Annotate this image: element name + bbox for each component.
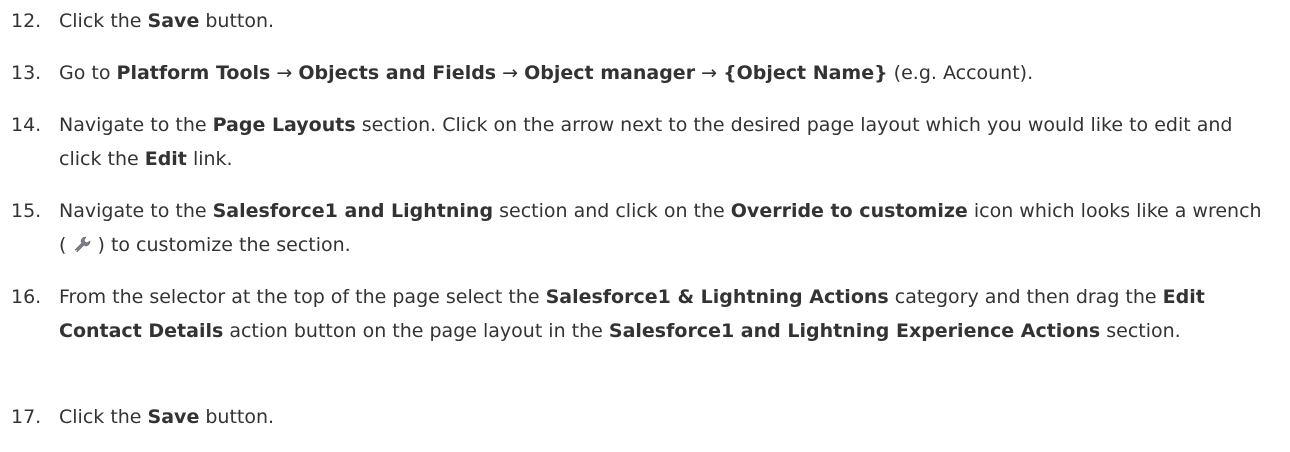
salesforce1-and-lightning-reference: Salesforce1 and Lightning [212,200,494,222]
step-text: Navigate to the Page Layouts section. Cl… [59,108,1274,176]
step-text: Click the Save button. [59,4,1274,38]
step-number: 14. [11,114,42,136]
step-text: Go to Platform Tools → Objects and Field… [59,56,1274,90]
step-text-segment: section and click on the [493,200,731,222]
step-text: Click the Save button. [59,400,1274,434]
step-13: 13. Go to Platform Tools → Objects and F… [0,56,1280,90]
step-text-segment: Navigate to the [59,200,213,222]
step-number: 12. [11,10,42,32]
arrow-separator: → [695,62,724,84]
platform-tools-reference: Platform Tools [116,62,271,84]
step-text-segment: Click the [59,10,148,32]
edit-link-reference: Edit [144,148,187,170]
step-number: 17. [11,406,42,428]
step-text-segment: section. [1100,320,1181,342]
step-text-segment: action button on the page layout in the [223,320,609,342]
object-manager-reference: Object manager [524,62,696,84]
save-button-reference: Save [147,10,200,32]
arrow-separator: → [496,62,525,84]
step-12: 12. Click the Save button. [0,4,1280,38]
step-text-segment: Navigate to the [59,114,213,136]
step-text: Navigate to the Salesforce1 and Lightnin… [59,194,1274,262]
salesforce1-lightning-experience-actions-reference: Salesforce1 and Lightning Experience Act… [608,320,1101,342]
wrench-icon [72,231,91,253]
step-number: 15. [11,200,42,222]
step-17: 17. Click the Save button. [0,400,1280,434]
step-number: 13. [11,62,42,84]
object-name-reference: {Object Name} [723,62,888,84]
step-text-segment: button. [199,406,275,428]
override-to-customize-reference: Override to customize [730,200,968,222]
step-text: From the selector at the top of the page… [59,280,1274,348]
step-14: 14. Navigate to the Page Layouts section… [0,108,1280,176]
salesforce1-lightning-actions-reference: Salesforce1 & Lightning Actions [545,286,889,308]
step-text-segment: Click the [59,406,148,428]
arrow-separator: → [270,62,299,84]
objects-and-fields-reference: Objects and Fields [298,62,497,84]
step-text-segment: Go to [59,62,117,84]
step-text-segment: link. [186,148,233,170]
page-layouts-reference: Page Layouts [212,114,356,136]
step-text-segment: (e.g. Account). [887,62,1034,84]
step-text-segment: From the selector at the top of the page… [59,286,546,308]
step-16: 16. From the selector at the top of the … [0,280,1280,348]
step-15: 15. Navigate to the Salesforce1 and Ligh… [0,194,1280,262]
step-text-segment: button. [199,10,275,32]
save-button-reference: Save [147,406,200,428]
step-text-segment: ) to customize the section. [91,234,351,256]
step-number: 16. [11,286,42,308]
step-text-segment: category and then drag the [888,286,1163,308]
